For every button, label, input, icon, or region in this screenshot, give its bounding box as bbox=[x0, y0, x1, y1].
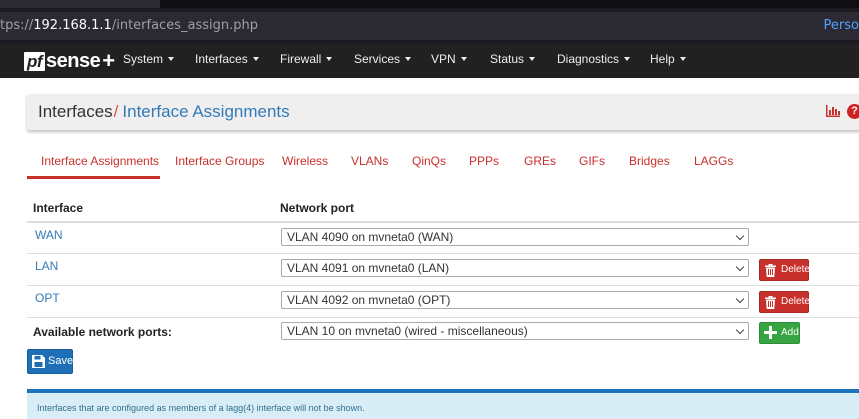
tab-laggs[interactable]: LAGGs bbox=[694, 154, 733, 168]
row-divider bbox=[27, 317, 859, 318]
tab-qinqs[interactable]: QinQs bbox=[412, 154, 446, 168]
url-scheme: tps:// bbox=[0, 18, 34, 33]
tab-ppps[interactable]: PPPs bbox=[469, 154, 499, 168]
chevron-down-icon bbox=[735, 262, 745, 272]
save-icon bbox=[32, 355, 45, 368]
tab-interface-groups[interactable]: Interface Groups bbox=[175, 154, 264, 168]
tab-wireless[interactable]: Wireless bbox=[282, 154, 328, 168]
tab-gifs[interactable]: GIFs bbox=[579, 154, 605, 168]
nav-label: VPN bbox=[431, 52, 456, 66]
chevron-down-icon bbox=[735, 294, 745, 304]
chevron-down-icon bbox=[735, 231, 745, 241]
nav-label: Status bbox=[490, 52, 525, 66]
trash-icon bbox=[765, 296, 776, 309]
logo-plus: + bbox=[102, 48, 115, 73]
breadcrumb: Interfaces/Interface Assignments bbox=[38, 102, 290, 122]
nav-status[interactable]: Status bbox=[490, 44, 536, 78]
info-text: Interfaces that are configured as member… bbox=[37, 403, 365, 413]
nav-label: System bbox=[123, 52, 164, 66]
browser-profile-label[interactable]: Perso bbox=[824, 18, 859, 33]
interface-link-opt[interactable]: OPT bbox=[35, 291, 60, 305]
interface-link-lan[interactable]: LAN bbox=[35, 259, 58, 273]
delete-button-lan[interactable]: Delete bbox=[759, 259, 810, 281]
breadcrumb-parent[interactable]: Interfaces bbox=[38, 102, 113, 121]
tab-interface-assignments[interactable]: Interface Assignments bbox=[41, 154, 159, 168]
delete-label: Delete bbox=[781, 264, 810, 275]
nav-interfaces[interactable]: Interfaces bbox=[195, 44, 259, 78]
interface-link-wan[interactable]: WAN bbox=[35, 228, 63, 242]
nav-label: Diagnostics bbox=[557, 52, 620, 66]
port-select-lan[interactable]: VLAN 4091 on mvneta0 (LAN) bbox=[281, 259, 749, 277]
port-select-value: VLAN 4092 on mvneta0 (OPT) bbox=[287, 293, 451, 307]
column-header-network-port: Network port bbox=[280, 201, 355, 215]
browser-toolbar: tps://192.168.1.1/interfaces_assign.php … bbox=[0, 0, 859, 44]
url-path: /interfaces_assign.php bbox=[111, 18, 258, 33]
port-select-value: VLAN 4091 on mvneta0 (LAN) bbox=[287, 261, 450, 275]
nav-label: Help bbox=[650, 52, 675, 66]
breadcrumb-panel: Interfaces/Interface Assignments ? bbox=[27, 94, 859, 130]
add-button[interactable]: Add bbox=[759, 322, 800, 344]
caret-down-icon bbox=[326, 56, 333, 61]
nav-diagnostics[interactable]: Diagnostics bbox=[557, 44, 631, 78]
tab-vlans[interactable]: VLANs bbox=[351, 154, 388, 168]
breadcrumb-separator: / bbox=[113, 102, 119, 121]
caret-down-icon bbox=[460, 56, 467, 61]
logo-pf: pf bbox=[24, 51, 46, 71]
port-select-opt[interactable]: VLAN 4092 on mvneta0 (OPT) bbox=[281, 291, 749, 309]
add-label: Add bbox=[781, 327, 799, 338]
logo-sense: sense bbox=[46, 49, 101, 72]
caret-down-icon bbox=[679, 56, 686, 61]
delete-button-opt[interactable]: Delete bbox=[759, 291, 810, 313]
port-select-value: VLAN 4090 on mvneta0 (WAN) bbox=[287, 230, 454, 244]
top-navbar: pf sense + System Interfaces Firewall Serv… bbox=[0, 44, 859, 78]
nav-help[interactable]: Help bbox=[650, 44, 686, 78]
row-divider bbox=[27, 253, 859, 254]
caret-down-icon bbox=[624, 56, 631, 61]
available-ports-label: Available network ports: bbox=[33, 325, 172, 339]
browser-tabstrip bbox=[0, 0, 859, 8]
info-panel: Interfaces that are configured as member… bbox=[27, 389, 859, 419]
tab-gres[interactable]: GREs bbox=[524, 154, 556, 168]
url-host: 192.168.1.1 bbox=[33, 18, 112, 33]
caret-down-icon bbox=[252, 56, 259, 61]
nav-firewall[interactable]: Firewall bbox=[280, 44, 333, 78]
nav-label: Firewall bbox=[280, 52, 322, 66]
url-text[interactable]: tps://192.168.1.1/interfaces_assign.php bbox=[0, 18, 258, 33]
nav-label: Services bbox=[354, 52, 401, 66]
save-label: Save bbox=[48, 355, 74, 367]
nav-services[interactable]: Services bbox=[354, 44, 412, 78]
port-select-wan[interactable]: VLAN 4090 on mvneta0 (WAN) bbox=[281, 228, 749, 246]
chevron-down-icon bbox=[735, 325, 745, 335]
nav-label: Interfaces bbox=[195, 52, 248, 66]
port-select-value: VLAN 10 on mvneta0 (wired - miscellaneou… bbox=[287, 324, 528, 338]
row-divider bbox=[27, 285, 859, 286]
caret-down-icon bbox=[405, 56, 412, 61]
active-tab-indicator bbox=[27, 176, 160, 179]
nav-vpn[interactable]: VPN bbox=[431, 44, 467, 78]
browser-tab[interactable] bbox=[0, 0, 160, 8]
save-button[interactable]: Save bbox=[27, 349, 73, 374]
tab-bridges[interactable]: Bridges bbox=[629, 154, 670, 168]
caret-down-icon bbox=[529, 56, 536, 61]
delete-label: Delete bbox=[781, 296, 810, 307]
trash-icon bbox=[765, 264, 776, 277]
plus-icon bbox=[764, 326, 777, 339]
column-header-interface: Interface bbox=[33, 201, 84, 215]
bar-chart-icon[interactable] bbox=[826, 105, 840, 117]
help-icon[interactable]: ? bbox=[847, 104, 859, 119]
nav-system[interactable]: System bbox=[123, 44, 175, 78]
caret-down-icon bbox=[168, 56, 175, 61]
breadcrumb-current[interactable]: Interface Assignments bbox=[122, 102, 289, 121]
table-header-divider bbox=[27, 221, 859, 223]
pfsense-logo[interactable]: pf sense + bbox=[24, 48, 115, 74]
available-port-select[interactable]: VLAN 10 on mvneta0 (wired - miscellaneou… bbox=[281, 322, 749, 340]
